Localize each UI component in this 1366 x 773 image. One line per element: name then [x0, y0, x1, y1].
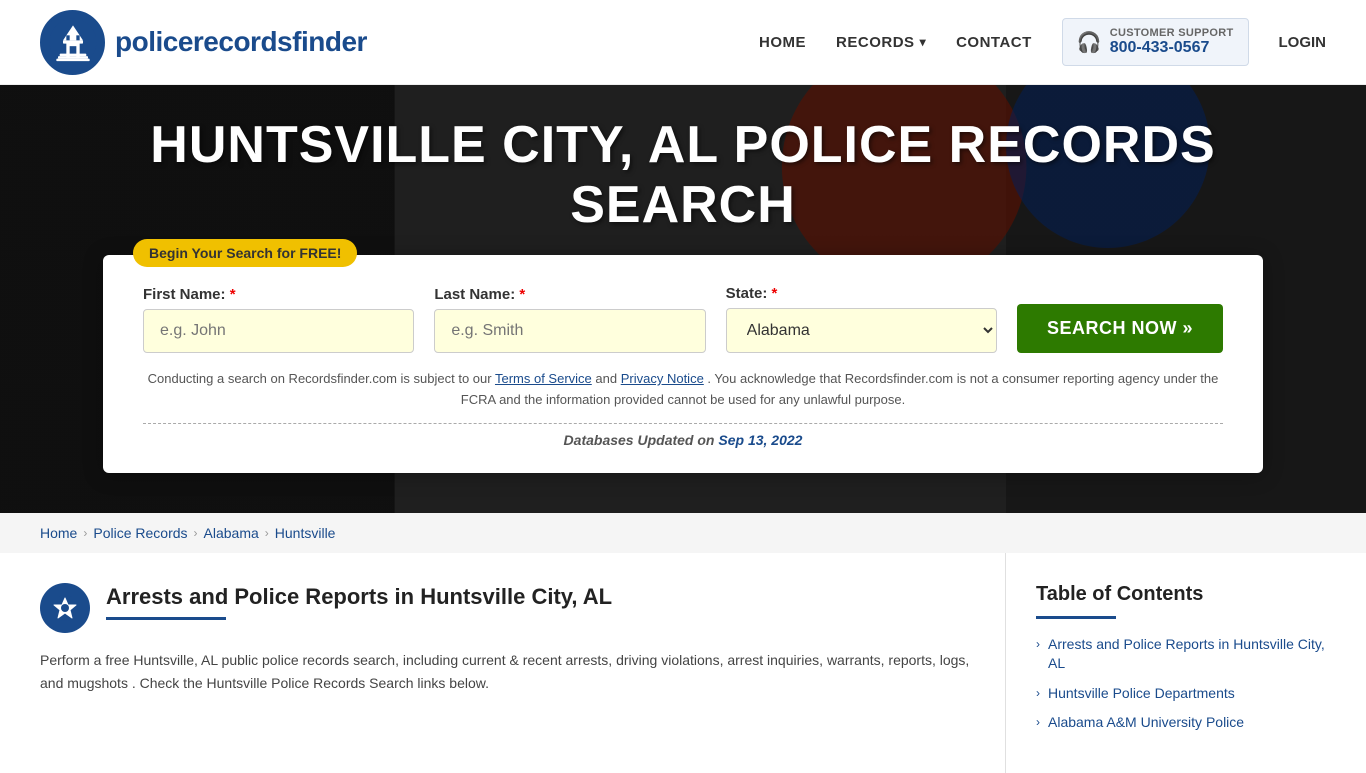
nav-contact[interactable]: CONTACT	[956, 34, 1032, 51]
terms-link[interactable]: Terms of Service	[495, 371, 592, 386]
state-select[interactable]: Alabama Alaska Arizona California Florid…	[726, 308, 997, 353]
divider	[143, 423, 1223, 424]
toc-link-3[interactable]: Alabama A&M University Police	[1048, 713, 1244, 733]
breadcrumb-alabama[interactable]: Alabama	[204, 525, 259, 541]
required-star-last: *	[519, 286, 525, 303]
last-name-label: Last Name: *	[434, 286, 705, 303]
toc-chevron-1: ›	[1036, 637, 1040, 651]
required-star: *	[230, 286, 236, 303]
breadcrumb-sep-2: ›	[194, 526, 198, 540]
first-name-field-group: First Name: *	[143, 286, 414, 353]
toc-item-1: › Arrests and Police Reports in Huntsvil…	[1036, 635, 1326, 674]
chevron-down-icon: ▾	[920, 35, 927, 49]
logo-icon	[40, 10, 105, 75]
breadcrumb: Home › Police Records › Alabama › Huntsv…	[0, 513, 1366, 553]
logo[interactable]: policerecordsfinder	[40, 10, 367, 75]
content-area: Arrests and Police Reports in Huntsville…	[0, 553, 1366, 773]
headset-icon: 🎧	[1077, 30, 1102, 55]
privacy-link[interactable]: Privacy Notice	[621, 371, 704, 386]
db-updated-date: Sep 13, 2022	[718, 432, 802, 448]
site-header: policerecordsfinder HOME RECORDS ▾ CONTA…	[0, 0, 1366, 85]
state-field-group: State: * Alabama Alaska Arizona Californ…	[726, 285, 997, 353]
badge-icon	[40, 583, 90, 633]
article-title-area: Arrests and Police Reports in Huntsville…	[106, 583, 612, 621]
support-info: CUSTOMER SUPPORT 800-433-0567	[1110, 27, 1234, 57]
article-title: Arrests and Police Reports in Huntsville…	[106, 583, 612, 612]
search-button[interactable]: SEARCH NOW »	[1017, 304, 1223, 353]
hero-section: HUNTSVILLE CITY, AL POLICE RECORDS SEARC…	[0, 85, 1366, 513]
breadcrumb-police-records[interactable]: Police Records	[93, 525, 187, 541]
first-name-input[interactable]	[143, 309, 414, 353]
toc-link-2[interactable]: Huntsville Police Departments	[1048, 684, 1235, 704]
breadcrumb-sep-1: ›	[83, 526, 87, 540]
toc-underline	[1036, 616, 1116, 619]
search-row: First Name: * Last Name: * State: * A	[143, 285, 1223, 353]
nav-records[interactable]: RECORDS ▾	[836, 34, 926, 51]
breadcrumb-current: Huntsville	[275, 525, 336, 541]
toc-item-3: › Alabama A&M University Police	[1036, 713, 1326, 733]
last-name-field-group: Last Name: *	[434, 286, 705, 353]
article-header: Arrests and Police Reports in Huntsville…	[40, 583, 975, 633]
search-card: Begin Your Search for FREE! First Name: …	[103, 255, 1263, 473]
login-button[interactable]: LOGIN	[1279, 34, 1327, 51]
free-badge: Begin Your Search for FREE!	[133, 239, 357, 267]
breadcrumb-sep-3: ›	[265, 526, 269, 540]
toc-title: Table of Contents	[1036, 583, 1326, 606]
last-name-input[interactable]	[434, 309, 705, 353]
toc-chevron-3: ›	[1036, 715, 1040, 729]
logo-wordmark: policerecordsfinder	[115, 26, 367, 58]
toc-chevron-2: ›	[1036, 686, 1040, 700]
toc-link-1[interactable]: Arrests and Police Reports in Huntsville…	[1048, 635, 1326, 674]
disclaimer-text: Conducting a search on Recordsfinder.com…	[143, 369, 1223, 411]
article-title-underline	[106, 617, 226, 620]
state-label: State: *	[726, 285, 997, 302]
nav-home[interactable]: HOME	[759, 34, 806, 51]
db-updated: Databases Updated on Sep 13, 2022	[143, 432, 1223, 448]
article-body: Perform a free Huntsville, AL public pol…	[40, 649, 975, 697]
hero-title: HUNTSVILLE CITY, AL POLICE RECORDS SEARC…	[83, 115, 1283, 235]
required-star-state: *	[772, 285, 778, 302]
main-nav: HOME RECORDS ▾ CONTACT 🎧 CUSTOMER SUPPOR…	[759, 18, 1326, 66]
first-name-label: First Name: *	[143, 286, 414, 303]
breadcrumb-home[interactable]: Home	[40, 525, 77, 541]
main-content: Arrests and Police Reports in Huntsville…	[40, 553, 1006, 773]
sidebar: Table of Contents › Arrests and Police R…	[1006, 553, 1326, 773]
toc-item-2: › Huntsville Police Departments	[1036, 684, 1326, 704]
customer-support-button[interactable]: 🎧 CUSTOMER SUPPORT 800-433-0567	[1062, 18, 1249, 66]
